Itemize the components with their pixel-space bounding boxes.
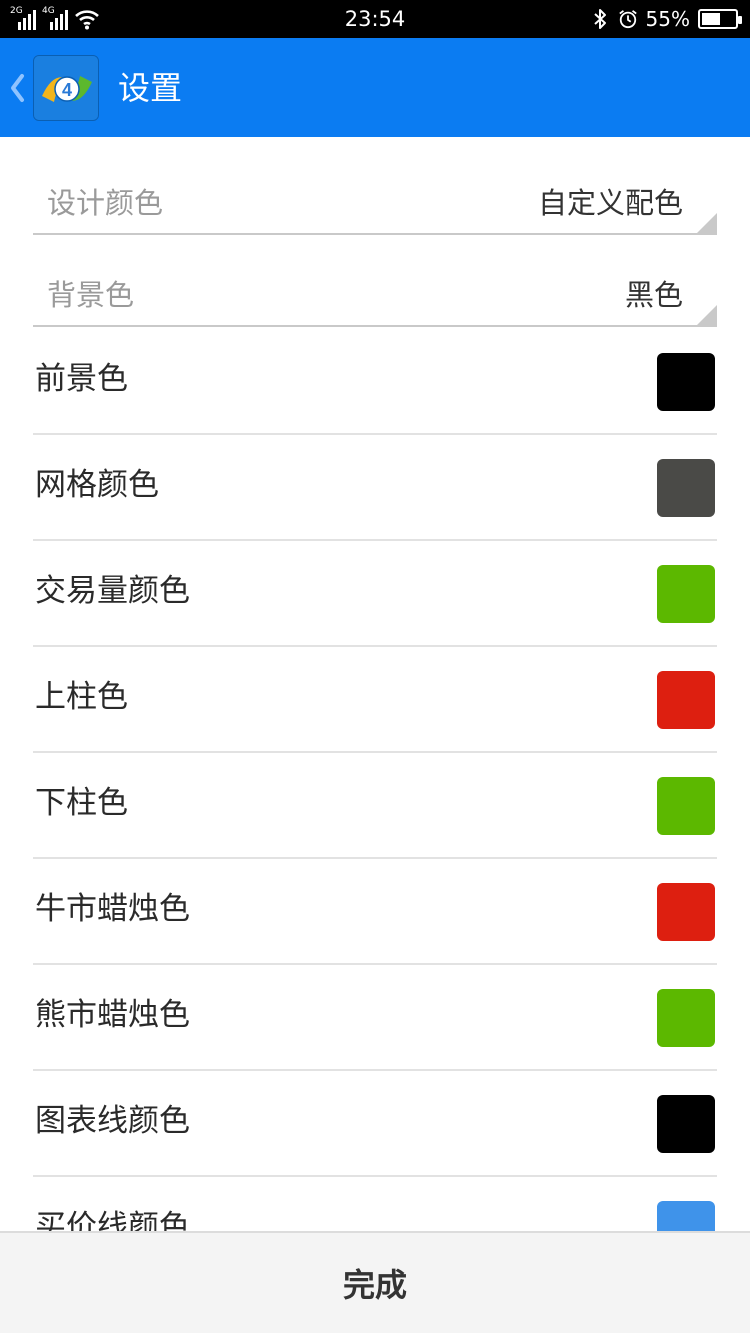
dropdown-value: 自定义配色	[537, 186, 683, 220]
color-row-label: 交易量颜色	[35, 573, 190, 609]
color-row-bull-candle[interactable]: 牛市蜡烛色	[33, 859, 717, 965]
color-row-grid[interactable]: 网格颜色	[33, 435, 717, 541]
color-row-label: 下柱色	[35, 785, 128, 821]
status-bar: 2G 4G 23:54 55%	[0, 0, 750, 38]
color-swatch[interactable]	[657, 989, 715, 1047]
color-row-bar-down[interactable]: 下柱色	[33, 753, 717, 859]
color-row-bear-candle[interactable]: 熊市蜡烛色	[33, 965, 717, 1071]
color-row-label: 买价线颜色	[35, 1209, 190, 1231]
color-row-label: 网格颜色	[35, 467, 159, 503]
color-row-volume[interactable]: 交易量颜色	[33, 541, 717, 647]
done-button[interactable]: 完成	[0, 1233, 750, 1333]
mt4-logo-icon: 4	[34, 56, 98, 120]
color-swatch[interactable]	[657, 671, 715, 729]
battery-percent: 55%	[645, 7, 690, 31]
color-row-label: 图表线颜色	[35, 1103, 190, 1139]
color-row-label: 熊市蜡烛色	[35, 997, 190, 1033]
color-swatch[interactable]	[657, 353, 715, 411]
app-logo[interactable]: 4	[33, 55, 99, 121]
dropdown-label: 背景色	[47, 278, 135, 312]
background-color-dropdown[interactable]: 背景色 黑色	[33, 263, 717, 327]
design-color-dropdown[interactable]: 设计颜色 自定义配色	[33, 171, 717, 235]
color-row-label: 前景色	[35, 361, 128, 397]
status-right: 55%	[590, 6, 742, 32]
logo-number: 4	[62, 80, 72, 100]
app-bar: 4 设置	[0, 38, 750, 137]
page-title: 设置	[118, 69, 183, 107]
dropdown-value: 黑色	[624, 278, 683, 312]
color-row-bid-line[interactable]: 买价线颜色	[33, 1177, 717, 1231]
color-swatch[interactable]	[657, 459, 715, 517]
settings-list[interactable]: 设计颜色 自定义配色 背景色 黑色 前景色 网格颜色 交易量颜色 上柱色 下柱色…	[0, 137, 750, 1231]
color-row-label: 牛市蜡烛色	[35, 891, 190, 927]
battery-icon	[698, 9, 742, 29]
bluetooth-icon	[593, 9, 606, 29]
color-row-bar-up[interactable]: 上柱色	[33, 647, 717, 753]
color-swatch[interactable]	[657, 565, 715, 623]
color-swatch[interactable]	[657, 1201, 715, 1231]
back-chevron-icon[interactable]	[8, 72, 26, 104]
color-row-chart-line[interactable]: 图表线颜色	[33, 1071, 717, 1177]
dropdown-label: 设计颜色	[47, 186, 164, 220]
bottom-bar: 完成	[0, 1231, 750, 1333]
color-row-label: 上柱色	[35, 679, 128, 715]
alarm-icon	[618, 10, 637, 29]
color-swatch[interactable]	[657, 883, 715, 941]
color-swatch[interactable]	[657, 777, 715, 835]
color-row-foreground[interactable]: 前景色	[33, 329, 717, 435]
color-swatch[interactable]	[657, 1095, 715, 1153]
